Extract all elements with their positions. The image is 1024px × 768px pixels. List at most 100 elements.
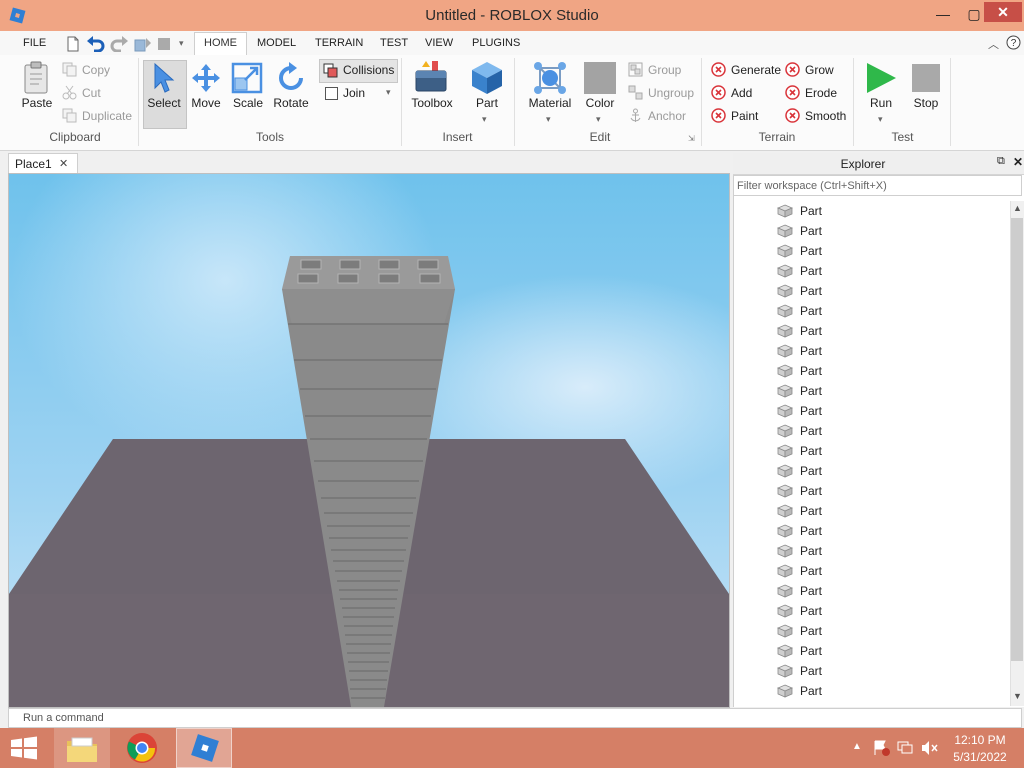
explorer-tree-item[interactable]: Part	[777, 601, 977, 621]
tab-terrain[interactable]: TERRAIN	[315, 37, 363, 49]
ungroup-button[interactable]: Ungroup	[648, 86, 694, 100]
explorer-undock-icon[interactable]: ⧉	[997, 155, 1005, 168]
move-button[interactable]: Move	[186, 96, 226, 110]
redo-icon[interactable]	[110, 36, 128, 52]
chrome-icon[interactable]	[126, 732, 158, 764]
grow-button[interactable]: Grow	[805, 63, 834, 77]
toolbox-button[interactable]: Toolbox	[406, 96, 458, 110]
paste-button[interactable]: Paste	[16, 96, 58, 110]
explorer-title: Explorer	[840, 157, 886, 171]
explorer-item-label: Part	[800, 644, 823, 658]
explorer-tree-item[interactable]: Part	[777, 541, 977, 561]
3d-viewport[interactable]	[8, 173, 730, 708]
scroll-down-icon[interactable]: ▼	[1013, 691, 1022, 701]
action-center-flag-icon[interactable]	[873, 740, 891, 756]
explorer-tree-item[interactable]: Part	[777, 241, 977, 261]
close-button[interactable]: ✕	[984, 2, 1022, 22]
explorer-item-label: Part	[800, 504, 823, 518]
clock-date[interactable]: 5/31/2022	[940, 750, 1020, 764]
explorer-tree-item[interactable]: Part	[777, 281, 977, 301]
explorer-tree-item[interactable]: Part	[777, 381, 977, 401]
edit-dialog-launcher-icon[interactable]: ⇲	[688, 134, 695, 143]
edit-group-label: Edit	[589, 130, 611, 144]
stop-button[interactable]: Stop	[905, 96, 947, 110]
add-terrain-button[interactable]: Add	[731, 86, 752, 100]
material-button[interactable]: Material	[524, 96, 576, 110]
explorer-filter-input[interactable]: Filter workspace (Ctrl+Shift+X)	[733, 175, 1022, 196]
show-hidden-icons[interactable]: ▲	[852, 741, 862, 752]
part-button[interactable]: Part	[466, 96, 508, 110]
copy-button[interactable]: Copy	[82, 63, 110, 77]
explorer-tree-item[interactable]: Part	[777, 421, 977, 441]
run-button[interactable]: Run	[860, 96, 902, 110]
explorer-tree-item[interactable]: Part	[777, 261, 977, 281]
anchor-button[interactable]: Anchor	[648, 109, 686, 123]
explorer-item-label: Part	[800, 304, 823, 318]
tab-file[interactable]: FILE	[23, 37, 46, 49]
rotate-button[interactable]: Rotate	[269, 96, 313, 110]
explorer-tree-item[interactable]: Part	[777, 521, 977, 541]
duplicate-button[interactable]: Duplicate	[82, 109, 132, 123]
color-dropdown-icon[interactable]: ▾	[596, 114, 601, 125]
undo-icon[interactable]	[87, 36, 105, 52]
material-dropdown-icon[interactable]: ▾	[546, 114, 551, 125]
tab-model[interactable]: MODEL	[257, 37, 296, 49]
explorer-tree-item[interactable]: Part	[777, 341, 977, 361]
explorer-tree-item[interactable]: Part	[777, 481, 977, 501]
explorer-tree-item[interactable]: Part	[777, 641, 977, 661]
explorer-close-icon[interactable]: ✕	[1013, 155, 1023, 169]
explorer-tree-item[interactable]: Part	[777, 461, 977, 481]
run-dropdown-icon[interactable]: ▾	[878, 114, 883, 125]
explorer-tree-item[interactable]: Part	[777, 621, 977, 641]
tab-place1[interactable]: Place1 ✕	[8, 153, 78, 174]
stop-small-icon[interactable]	[157, 37, 171, 51]
color-button[interactable]: Color	[578, 96, 622, 110]
join-dropdown-icon[interactable]: ▾	[386, 87, 391, 98]
explorer-item-label: Part	[800, 684, 823, 698]
explorer-tree-item[interactable]: Part	[777, 321, 977, 341]
place-tab-close-icon[interactable]: ✕	[59, 157, 68, 170]
explorer-tree-item[interactable]: Part	[777, 401, 977, 421]
group-button[interactable]: Group	[648, 63, 681, 77]
new-file-icon[interactable]	[66, 36, 80, 52]
help-icon[interactable]: ?	[1006, 35, 1021, 50]
scroll-up-icon[interactable]: ▲	[1013, 203, 1022, 213]
tab-plugins[interactable]: PLUGINS	[472, 37, 520, 49]
explorer-tree-item[interactable]: Part	[777, 361, 977, 381]
smooth-button[interactable]: Smooth	[805, 109, 846, 123]
clock-time[interactable]: 12:10 PM	[940, 733, 1020, 747]
part-dropdown-icon[interactable]: ▾	[482, 114, 487, 125]
collapse-ribbon-icon[interactable]: ︿	[988, 36, 999, 52]
generate-button[interactable]: Generate	[731, 63, 781, 77]
tab-view[interactable]: VIEW	[425, 37, 453, 49]
minimize-button[interactable]: —	[930, 3, 956, 25]
explorer-tree-item[interactable]: Part	[777, 681, 977, 701]
quick-access-dropdown-icon[interactable]: ▾	[179, 38, 184, 49]
paint-button[interactable]: Paint	[731, 109, 758, 123]
command-bar[interactable]: Run a command	[8, 708, 1022, 728]
cut-button[interactable]: Cut	[82, 86, 101, 100]
explorer-tree: Part Part Part Part Part Part Part Part Part Part…	[733, 201, 1008, 706]
explorer-tree-item[interactable]: Part	[777, 581, 977, 601]
explorer-tree-item[interactable]: Part	[777, 561, 977, 581]
join-checkbox[interactable]	[325, 87, 338, 100]
publish-icon[interactable]	[134, 36, 152, 52]
select-button[interactable]: Select	[143, 96, 185, 110]
explorer-tree-item[interactable]: Part	[777, 221, 977, 241]
join-label: Join	[343, 86, 366, 100]
roblox-studio-app-icon[interactable]	[9, 7, 26, 24]
explorer-tree-item[interactable]: Part	[777, 441, 977, 461]
erode-button[interactable]: Erode	[805, 86, 837, 100]
explorer-scroll-thumb[interactable]	[1011, 218, 1023, 661]
tab-test[interactable]: TEST	[380, 37, 408, 49]
network-icon[interactable]	[897, 740, 915, 756]
volume-muted-icon[interactable]	[921, 740, 939, 756]
explorer-tree-item[interactable]: Part	[777, 301, 977, 321]
explorer-tree-item[interactable]: Part	[777, 661, 977, 681]
windows-start-icon[interactable]	[10, 736, 38, 760]
scale-button[interactable]: Scale	[227, 96, 269, 110]
tab-home[interactable]: HOME	[204, 37, 237, 49]
part-icon	[777, 584, 793, 598]
explorer-tree-item[interactable]: Part	[777, 501, 977, 521]
explorer-tree-item[interactable]: Part	[777, 201, 977, 221]
